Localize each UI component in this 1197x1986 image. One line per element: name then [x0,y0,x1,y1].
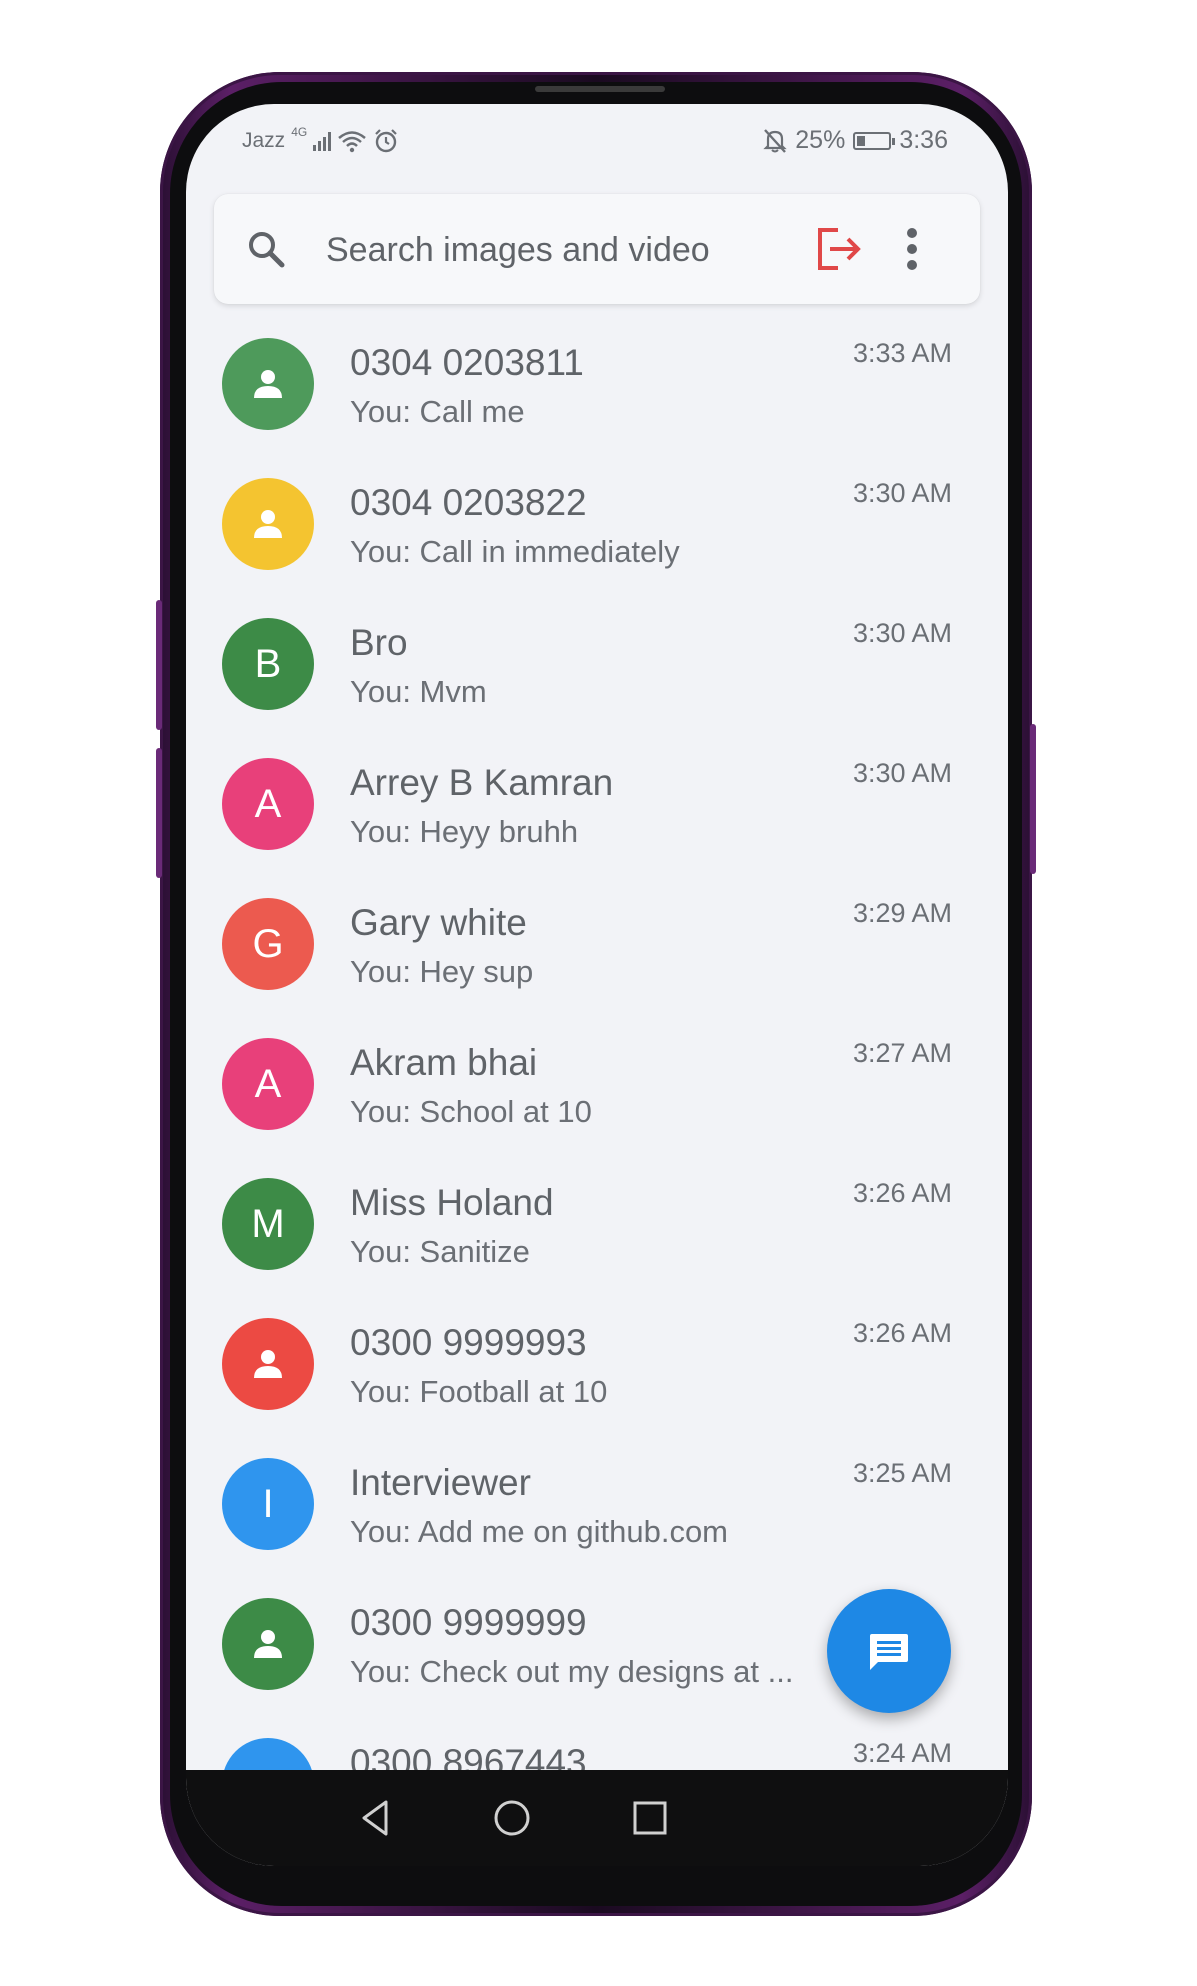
message-time: 3:26 AM [852,1318,952,1348]
conversation-row[interactable]: 0304 0203811 You: Call me 3:33 AM [186,320,1008,460]
message-time: 3:30 AM [852,758,952,788]
status-bar: Jazz 4G 25% 3:36 [186,104,1008,174]
message-time: 3:30 AM [852,618,952,648]
avatar [222,1318,314,1410]
volume-up-button [156,600,162,730]
contact-name: 0304 0203811 [350,342,584,383]
conversation-row[interactable]: G Gary white You: Hey sup 3:29 AM [186,880,1008,1020]
earpiece-speaker [535,86,665,92]
contact-name: 0300 9999993 [350,1322,587,1363]
power-button [1030,724,1036,874]
wifi-icon [338,131,367,153]
avatar: A [222,1038,314,1130]
contact-name: Arrey B Kamran [350,762,614,803]
message-preview: You: Call me [350,394,525,429]
conversation-row[interactable]: A Akram bhai You: School at 10 3:27 AM [186,1020,1008,1160]
contact-name: Akram bhai [350,1042,538,1083]
avatar: I [222,1458,314,1550]
message-preview: You: School at 10 [350,1094,592,1129]
battery-icon [853,131,896,150]
contact-name: Interviewer [350,1462,531,1503]
back-icon[interactable] [356,1798,396,1838]
search-icon[interactable] [244,227,288,271]
message-preview: You: Hey sup [350,954,534,989]
contact-name: Bro [350,622,408,663]
alarm-icon [375,129,397,153]
avatar [222,478,314,570]
message-preview: You: Football at 10 [350,1374,608,1409]
message-time: 3:29 AM [852,898,952,928]
conversation-row[interactable]: 0304 0203822 You: Call in immediately 3:30… [186,460,1008,600]
message-time: 3:27 AM [852,1038,952,1068]
message-preview: You: Call in immediately [350,534,680,569]
avatar: B [222,618,314,710]
message-time: 3:24 AM [852,1738,952,1768]
conversation-row[interactable]: A Arrey B Kamran You: Heyy bruhh 3:30 AM [186,740,1008,880]
conversation-row[interactable]: I Interviewer You: Add me on github.com 3:2… [186,1440,1008,1580]
battery-level [857,135,866,146]
new-message-button[interactable] [827,1589,951,1713]
message-time: 3:26 AM [852,1178,952,1208]
avatar: A [222,758,314,850]
message-preview: You: Heyy bruhh [350,814,579,849]
contact-name: 0304 0203822 [350,482,587,523]
avatar [222,338,314,430]
contact-name: 0300 9999999 [350,1602,587,1643]
volume-down-button [156,748,162,878]
status-right: 25% 3:36 [763,126,948,155]
search-bar[interactable] [214,194,980,304]
status-left: Jazz 4G [242,125,399,154]
message-preview: You: Check out my designs at ... [350,1654,794,1689]
message-time: 3:25 AM [852,1458,952,1488]
contact-name: Miss Holand [350,1182,554,1223]
person-icon [254,510,282,538]
message-preview: You: Add me on github.com [350,1514,729,1549]
avatar: M [222,1178,314,1270]
avatar: G [222,898,314,990]
navigation-bar [186,1770,1008,1866]
battery-percent: 25% [795,126,846,154]
logout-icon[interactable] [814,226,864,272]
status-time: 3:36 [899,126,948,154]
recents-icon[interactable] [630,1798,670,1838]
message-time: 3:33 AM [852,338,952,368]
message-time: 3:30 AM [852,478,952,508]
person-icon [254,1630,282,1658]
avatar [222,1598,314,1690]
mute-icon [763,128,787,153]
more-options-icon[interactable] [902,224,922,274]
person-icon [254,370,282,398]
conversation-row[interactable]: M Miss Holand You: Sanitize 3:26 AM [186,1160,1008,1300]
message-preview: You: Mvm [350,674,487,709]
signal-icon [313,131,332,151]
network-type: 4G [291,125,308,139]
message-preview: You: Sanitize [350,1234,530,1269]
person-icon [254,1350,282,1378]
carrier-name: Jazz [242,129,286,152]
phone-screen: Jazz 4G 25% 3:36 Search images and video… [186,104,1008,1866]
message-icon [870,1634,908,1670]
conversation-row[interactable]: B Bro You: Mvm 3:30 AM [186,600,1008,740]
contact-name: Gary white [350,902,527,943]
search-input[interactable] [324,222,798,278]
conversation-row[interactable]: 0300 9999993 You: Football at 10 3:26 AM [186,1300,1008,1440]
home-icon[interactable] [492,1798,532,1838]
